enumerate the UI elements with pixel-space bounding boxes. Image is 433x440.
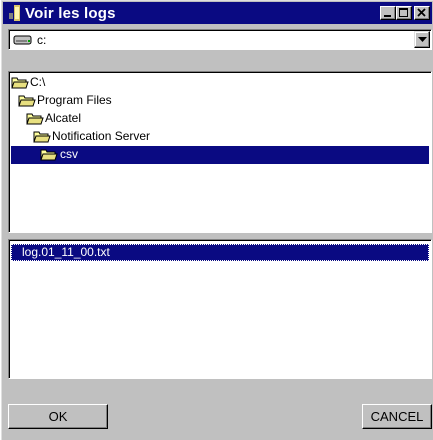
open-folder-icon bbox=[26, 113, 44, 125]
file-item-selected[interactable]: log.01_11_00.txt bbox=[11, 244, 429, 261]
open-folder-icon bbox=[18, 95, 36, 107]
directory-item-selected[interactable]: csv bbox=[11, 146, 429, 164]
cancel-button[interactable]: CANCEL bbox=[362, 404, 432, 429]
minimize-icon bbox=[384, 15, 391, 17]
maximize-button[interactable] bbox=[396, 6, 412, 20]
drive-select-value: c: bbox=[37, 33, 47, 47]
open-folder-icon bbox=[40, 149, 58, 161]
directory-label: Program Files bbox=[37, 93, 112, 107]
ok-button[interactable]: OK bbox=[8, 404, 108, 429]
app-icon bbox=[9, 5, 20, 21]
voir-les-logs-dialog: Voir les logs c: C:\ Program Files Alcat… bbox=[1, 0, 433, 440]
maximize-icon bbox=[399, 8, 408, 17]
open-folder-icon bbox=[11, 77, 29, 89]
open-folder-icon bbox=[33, 131, 51, 143]
hard-drive-icon bbox=[13, 35, 32, 45]
minimize-button[interactable] bbox=[380, 6, 396, 20]
chevron-down-icon bbox=[418, 37, 427, 42]
file-list[interactable]: log.01_11_00.txt bbox=[8, 239, 432, 379]
drive-dropdown-button[interactable] bbox=[414, 31, 430, 48]
directory-label: csv bbox=[60, 147, 78, 161]
window-title: Voir les logs bbox=[25, 5, 116, 22]
close-button[interactable] bbox=[414, 6, 430, 20]
close-icon bbox=[417, 8, 426, 17]
directory-label: Notification Server bbox=[52, 129, 151, 143]
title-bar[interactable]: Voir les logs bbox=[3, 2, 432, 24]
directory-label: Alcatel bbox=[45, 111, 82, 125]
file-label: log.01_11_00.txt bbox=[22, 245, 110, 259]
directory-list[interactable]: C:\ Program Files Alcatel Notification S… bbox=[8, 71, 432, 233]
directory-label: C:\ bbox=[30, 75, 46, 89]
drive-select[interactable]: c: bbox=[8, 29, 432, 50]
